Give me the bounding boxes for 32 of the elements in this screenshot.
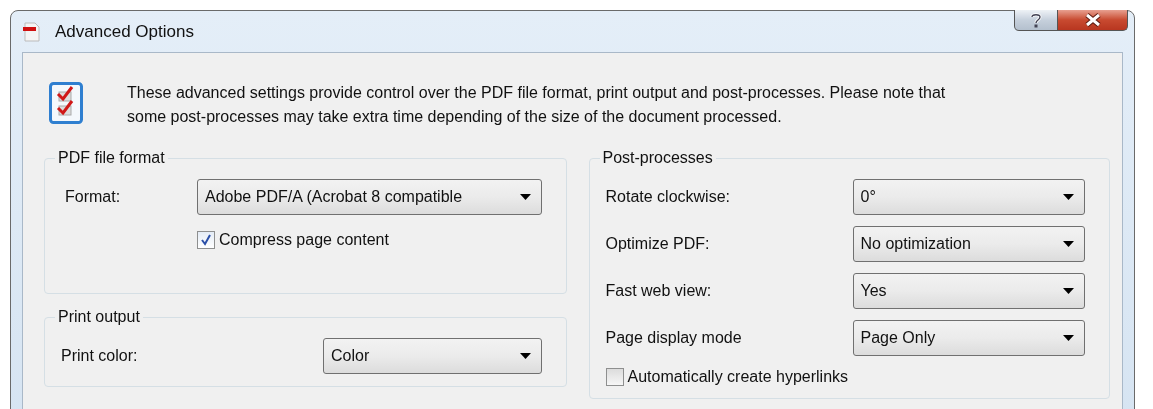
- dropdown[interactable]: No optimization: [852, 226, 1085, 262]
- field-label: Format:: [64, 188, 122, 206]
- dropdown[interactable]: Adobe PDF/A (Acrobat 8 compatible: [197, 179, 542, 215]
- field-label: Print color:: [61, 347, 139, 365]
- close-button[interactable]: [1058, 10, 1128, 31]
- caret-icon: [1063, 335, 1074, 341]
- caret-icon: [1063, 241, 1074, 247]
- caret-icon: [519, 353, 531, 359]
- field-label: Rotate clockwise:: [605, 188, 731, 206]
- checkbox[interactable]: Automatically create hyperlinks: [605, 368, 849, 386]
- caret-icon: [519, 194, 531, 200]
- dropdown[interactable]: Yes: [852, 273, 1085, 309]
- field-label: Optimize PDF:: [605, 235, 711, 253]
- dropdown[interactable]: 0°: [852, 179, 1085, 215]
- checkbox[interactable]: Compress page content: [197, 231, 389, 249]
- dropdown[interactable]: Color: [323, 338, 542, 374]
- checkmark-icon: [200, 234, 212, 246]
- caret-icon: [1063, 194, 1074, 200]
- dropdown[interactable]: Page Only: [852, 320, 1085, 356]
- close-icon: [1083, 13, 1102, 27]
- help-icon: [1029, 12, 1043, 28]
- group-title: Post-processes: [601, 149, 714, 167]
- help-button[interactable]: [1014, 10, 1058, 31]
- document-icon: [23, 21, 41, 42]
- window-title: Advanced Options: [55, 21, 194, 42]
- description-text: These advanced settings provide control over the PDF file format, print output and post-processes. Please note that some post-processes may take extra time depending of the size of the document processed.: [127, 83, 947, 127]
- checklist-icon: [49, 82, 83, 124]
- field-label: Fast web view:: [605, 282, 713, 300]
- field-label: Page display mode: [605, 329, 743, 347]
- group-title: Print output: [57, 308, 141, 326]
- caret-icon: [1063, 288, 1074, 294]
- group-title: PDF file format: [57, 149, 166, 167]
